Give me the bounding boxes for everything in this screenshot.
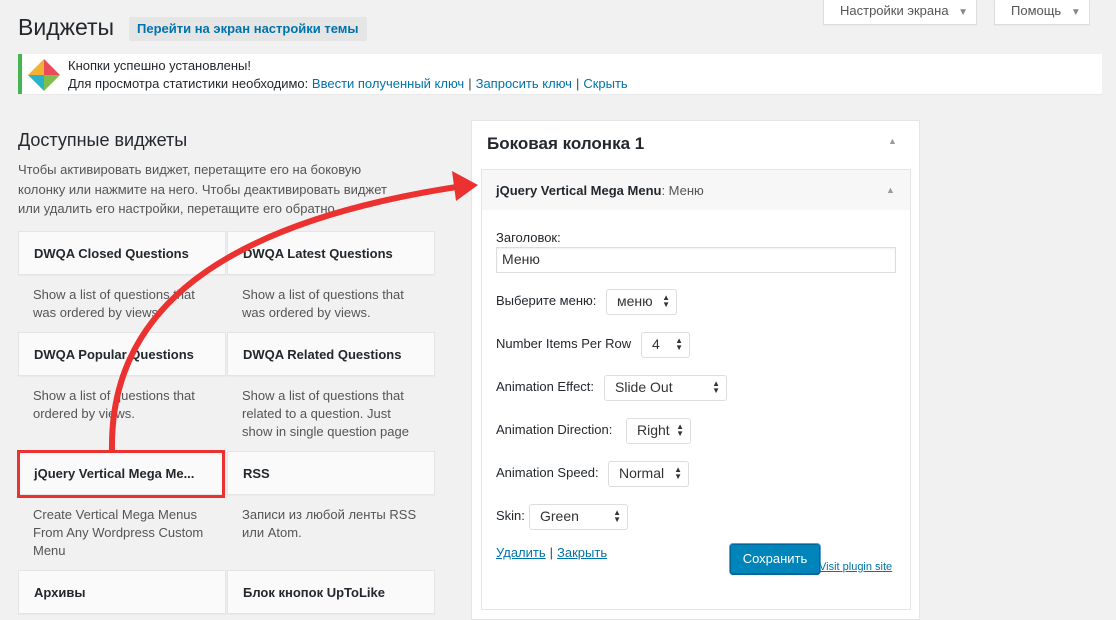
widget-title: DWQA Related Questions (243, 347, 402, 362)
enter-key-link[interactable]: Ввести полученный ключ (312, 76, 464, 91)
effect-select-value: Slide Out (615, 379, 673, 395)
effect-select[interactable]: Slide Out ▲ ▼ (604, 375, 727, 401)
request-key-link[interactable]: Запросить ключ (476, 76, 572, 91)
updown-arrows-icon: ▲ ▼ (674, 465, 682, 481)
open-widget-title: jQuery Vertical Mega Menu: Меню (496, 183, 704, 198)
delete-link[interactable]: Удалить (496, 545, 546, 560)
widget-rss[interactable]: RSS (227, 451, 435, 495)
screen-options-tab[interactable]: Настройки экрана ▼ (823, 0, 978, 25)
widget-dwqa-closed-questions[interactable]: DWQA Closed Questions (18, 231, 226, 275)
save-button[interactable]: Сохранить (730, 544, 820, 574)
menu-select-label: Выберите меню: (496, 293, 597, 308)
per-row-select[interactable]: 4 ▲ ▼ (641, 332, 690, 358)
per-row-label: Number Items Per Row (496, 336, 632, 351)
updown-arrows-icon: ▲ ▼ (712, 379, 720, 395)
widget-title: DWQA Latest Questions (243, 246, 393, 261)
hide-link[interactable]: Скрыть (583, 76, 627, 91)
widget-dwqa-related-questions[interactable]: DWQA Related Questions (227, 332, 435, 376)
widget-description: Show a list of questions that ordered by… (33, 388, 195, 421)
help-label: Помощь (1011, 3, 1062, 18)
updown-arrows-icon: ▲ ▼ (613, 508, 621, 524)
notice-stats-line: Для просмотра статистики необходимо: Вве… (68, 76, 628, 91)
widget-uptolike-buttons[interactable]: Блок кнопок UpToLike (227, 570, 435, 614)
sidebar-title: Боковая колонка 1 (487, 134, 645, 153)
speed-select-value: Normal (619, 465, 665, 481)
available-widgets-description: Чтобы активировать виджет, перетащите ег… (18, 162, 387, 216)
menu-select-value: меню (617, 293, 653, 309)
widget-control-links: Удалить | Закрыть (496, 545, 607, 560)
per-row-select-value: 4 (652, 336, 660, 352)
effect-label: Animation Effect: (496, 379, 595, 394)
notice-message: Кнопки успешно установлены! (68, 58, 252, 73)
visit-plugin-site-link[interactable]: Visit plugin site (819, 561, 892, 573)
customize-theme-button[interactable]: Перейти на экран настройки темы (129, 17, 367, 41)
widget-title: RSS (243, 466, 270, 481)
caret-down-icon: ▼ (1070, 7, 1081, 18)
widget-description: Show a list of questions that was ordere… (242, 287, 404, 320)
widget-title: DWQA Closed Questions (34, 246, 189, 261)
widget-title: Блок кнопок UpToLike (243, 585, 385, 600)
open-widget-subtitle: : Меню (661, 183, 704, 198)
skin-label: Skin: (496, 508, 525, 523)
separator: | (575, 76, 580, 91)
caret-down-icon: ▼ (958, 7, 969, 18)
notice-banner: Кнопки успешно установлены! Для просмотр… (18, 54, 1102, 94)
direction-select-value: Right (637, 422, 670, 438)
notice-stats-prefix: Для просмотра статистики необходимо: (68, 76, 309, 91)
skin-select[interactable]: Green ▲ ▼ (529, 504, 628, 530)
page-title: Виджеты (18, 14, 115, 40)
collapse-arrow-icon[interactable]: ▲ (888, 136, 897, 146)
title-input[interactable]: Меню (496, 247, 896, 273)
speed-select[interactable]: Normal ▲ ▼ (608, 461, 689, 487)
menu-select[interactable]: меню ▲ ▼ (606, 289, 677, 315)
widget-description: Show a list of questions that was ordere… (33, 287, 195, 320)
highlight-box (17, 450, 225, 498)
direction-label: Animation Direction: (496, 422, 613, 437)
skin-select-value: Green (540, 508, 579, 524)
widget-title: Архивы (34, 585, 86, 600)
speed-label: Animation Speed: (496, 465, 599, 480)
uptolike-logo-icon (28, 59, 60, 91)
updown-arrows-icon: ▲ ▼ (662, 293, 670, 309)
separator: | (468, 76, 472, 91)
collapse-widget-arrow-icon[interactable]: ▲ (886, 185, 895, 195)
widget-description: Записи из любой ленты RSS или Atom. (242, 507, 417, 540)
title-field-label: Заголовок: (496, 230, 561, 245)
screen-options-label: Настройки экрана (840, 3, 949, 18)
widget-title: DWQA Popular Questions (34, 347, 194, 362)
widget-description: Create Vertical Mega Menus From Any Word… (33, 507, 204, 558)
separator: | (549, 545, 554, 560)
available-widgets-heading: Доступные виджеты (18, 130, 188, 150)
widget-dwqa-latest-questions[interactable]: DWQA Latest Questions (227, 231, 435, 275)
widget-archives[interactable]: Архивы (18, 570, 226, 614)
help-tab[interactable]: Помощь ▼ (994, 0, 1090, 25)
direction-select[interactable]: Right ▲ ▼ (626, 418, 691, 444)
close-link[interactable]: Закрыть (557, 545, 607, 560)
widget-dwqa-popular-questions[interactable]: DWQA Popular Questions (18, 332, 226, 376)
updown-arrows-icon: ▲ ▼ (676, 422, 684, 438)
updown-arrows-icon: ▲ ▼ (675, 336, 683, 352)
widget-description: Show a list of questions that related to… (242, 388, 409, 439)
open-widget-name: jQuery Vertical Mega Menu (496, 183, 662, 198)
